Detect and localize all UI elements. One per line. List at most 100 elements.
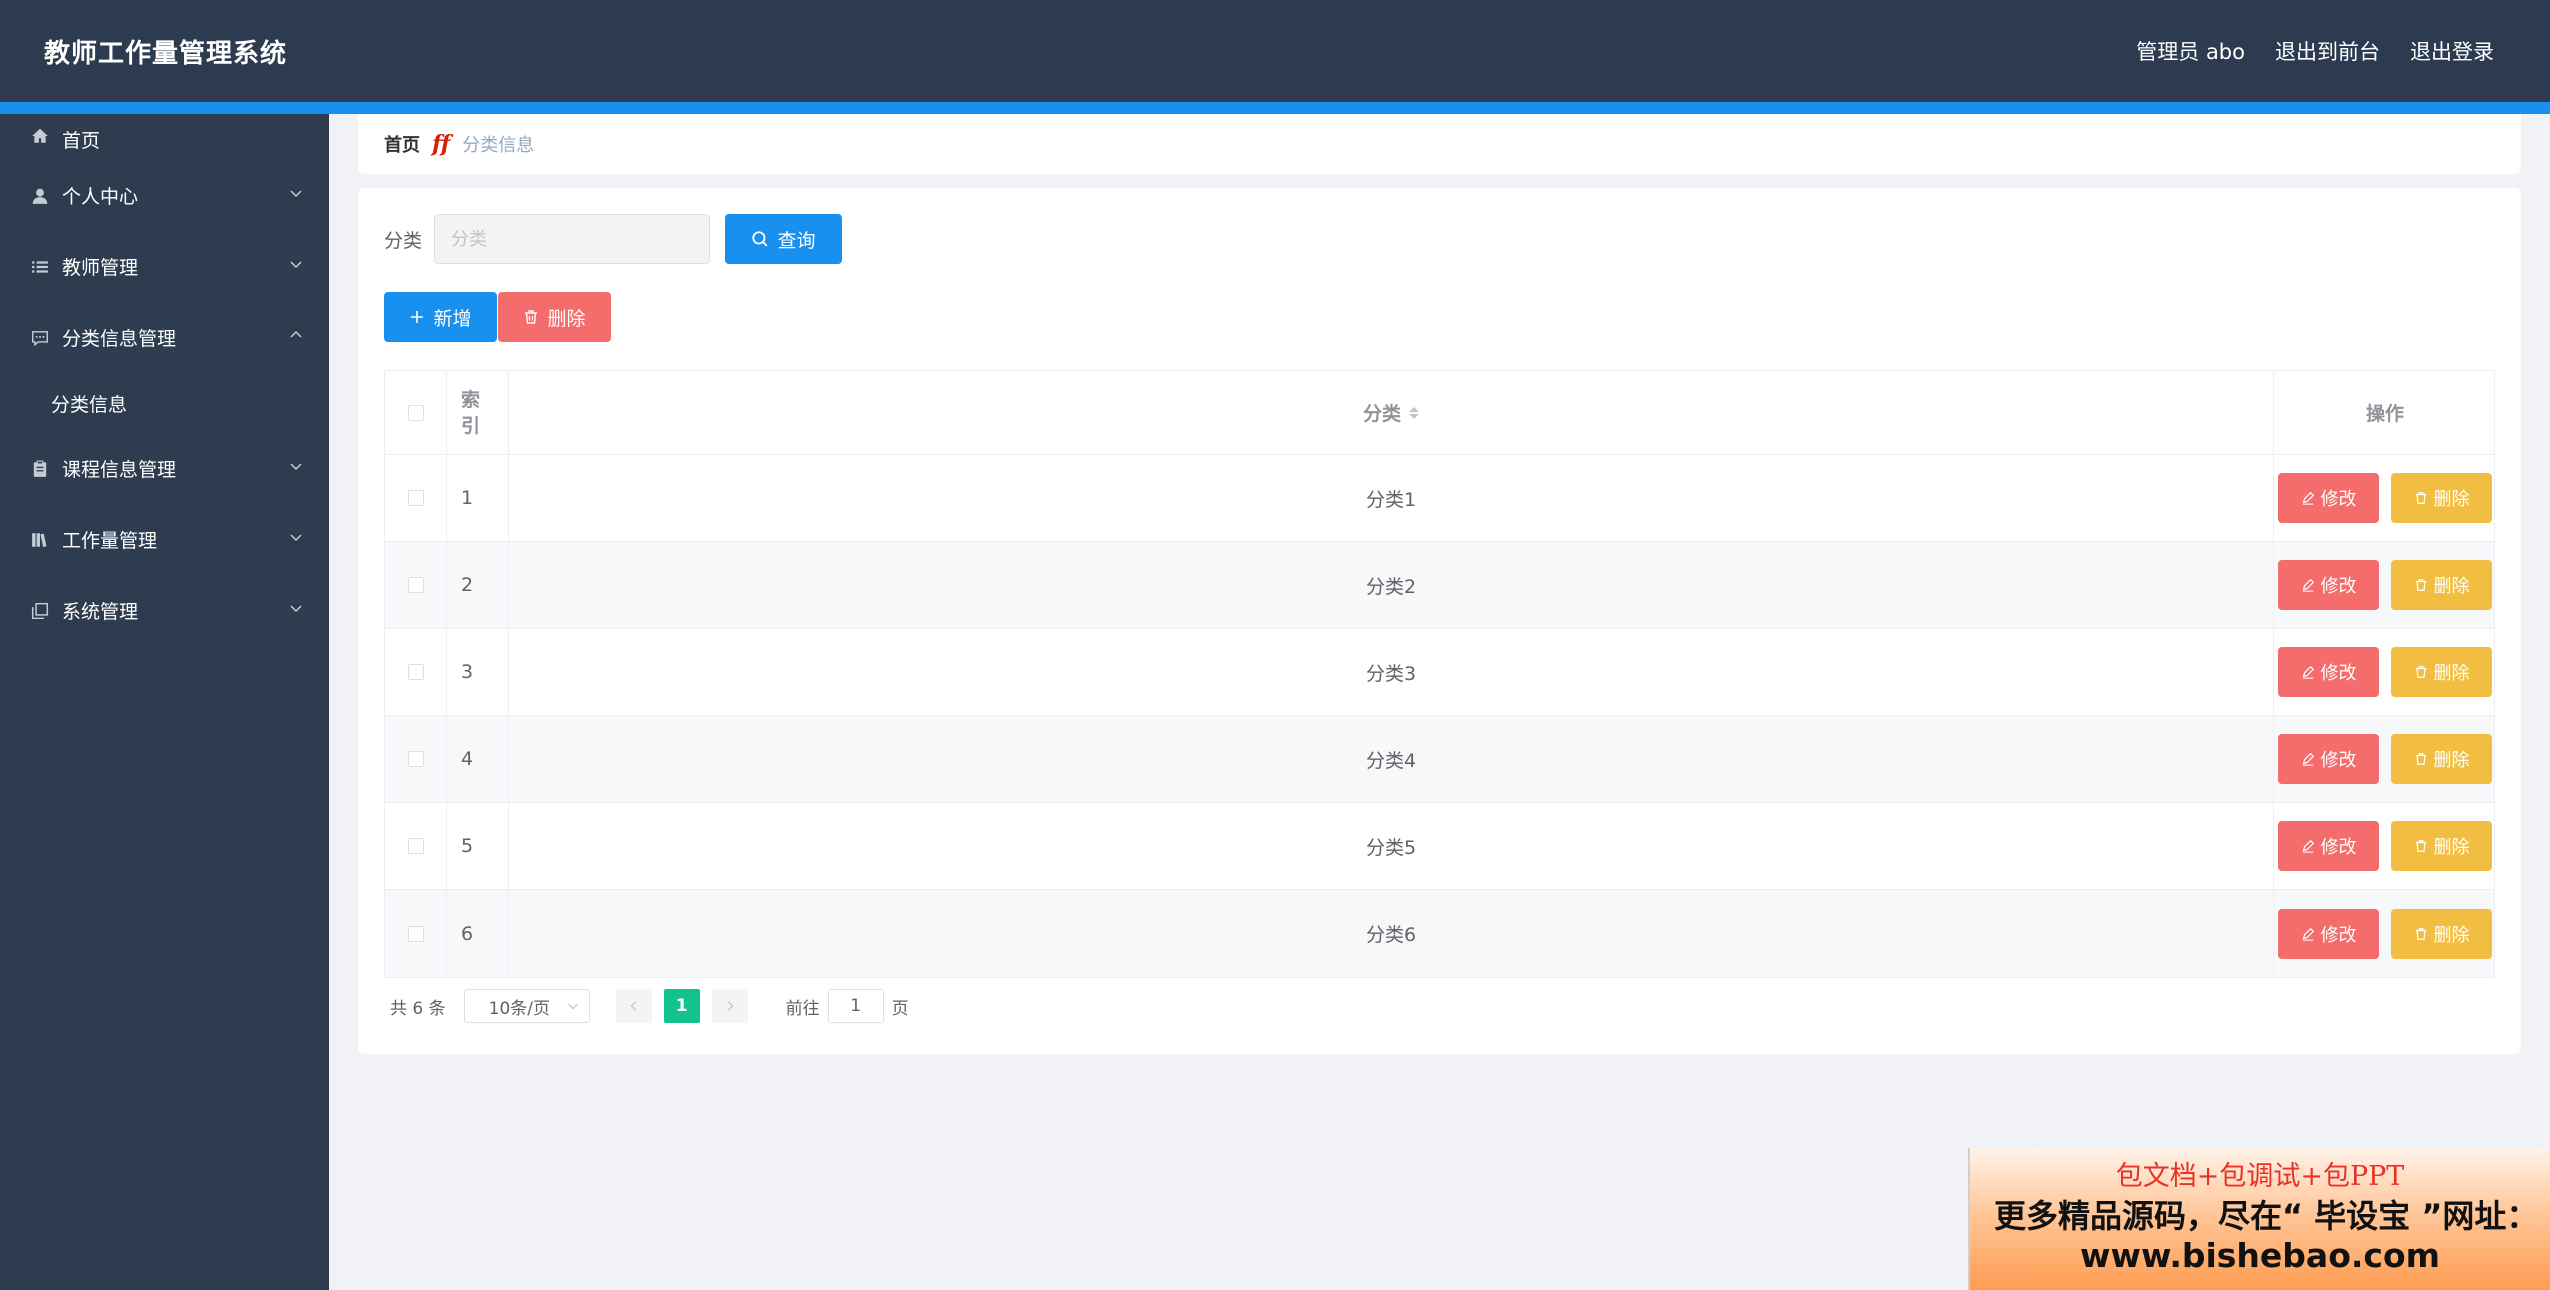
edit-button[interactable]: 修改 (2278, 908, 2379, 959)
trash-icon (525, 310, 538, 324)
trash-icon (2415, 753, 2426, 765)
chevron-down-icon (290, 261, 302, 269)
sidebar-item-teachers[interactable]: 教师管理 (0, 231, 329, 302)
edit-button[interactable]: 修改 (2278, 734, 2379, 784)
row-category: 分类1 (509, 455, 2274, 541)
table-row: 4 分类4 修改 删除 (385, 716, 2494, 803)
delete-button[interactable]: 删除 (2391, 560, 2492, 610)
row-category: 分类3 (509, 629, 2274, 715)
breadcrumb-home[interactable]: 首页 (384, 131, 420, 157)
admin-user-label[interactable]: 管理员 abo (2136, 36, 2245, 66)
app-title: 教师工作量管理系统 (44, 39, 288, 69)
edit-button-label: 修改 (2320, 750, 2357, 771)
column-header-category-cell[interactable]: 分类 (509, 371, 2274, 454)
query-button[interactable]: 查询 (725, 214, 842, 264)
row-index: 3 (447, 629, 509, 715)
sidebar-item-label: 课程信息管理 (62, 459, 177, 481)
prev-page-button[interactable] (615, 989, 652, 1023)
row-checkbox[interactable] (407, 925, 424, 942)
ad-banner[interactable]: 包文档+包调试+包PPT 更多精品源码，尽在“ 毕设宝 ”网址： www.bis… (1968, 1148, 2550, 1290)
batch-delete-button[interactable]: 删除 (498, 292, 611, 342)
sidebar: 首页 个人中心 教师管理 分类信息管理 分类信息 课程信息管理 工作量管理 系统… (0, 114, 329, 1290)
delete-button[interactable]: 删除 (2391, 821, 2492, 871)
next-page-button[interactable] (711, 989, 748, 1023)
logout-link[interactable]: 退出登录 (2410, 36, 2494, 66)
ad-line-2: 更多精品源码，尽在“ 毕设宝 ”网址： (1994, 1197, 2539, 1235)
row-checkbox[interactable] (407, 664, 424, 680)
delete-button-label: 删除 (2433, 489, 2470, 510)
edit-button-label: 修改 (2320, 663, 2357, 684)
row-checkbox[interactable] (407, 838, 424, 854)
row-index: 1 (447, 455, 509, 541)
row-index: 2 (447, 542, 509, 628)
edit-icon (2302, 665, 2314, 679)
delete-button[interactable]: 删除 (2391, 473, 2492, 523)
column-header-index: 索引 (461, 388, 481, 437)
chevron-down-icon (290, 463, 302, 471)
chevron-down-icon (567, 1003, 578, 1010)
exit-to-front-link[interactable]: 退出到前台 (2275, 36, 2380, 66)
trash-icon (2415, 840, 2426, 852)
table-row: 6 分类6 修改 删除 (385, 890, 2494, 977)
column-header-actions: 操作 (2365, 403, 2404, 425)
sidebar-item-category-mgmt[interactable]: 分类信息管理 (0, 302, 329, 373)
edit-button[interactable]: 修改 (2278, 560, 2379, 610)
select-all-checkbox[interactable] (407, 404, 424, 421)
edit-button[interactable]: 修改 (2278, 821, 2379, 871)
trash-icon (2415, 927, 2426, 940)
delete-button[interactable]: 删除 (2391, 647, 2492, 697)
delete-button[interactable]: 删除 (2391, 734, 2492, 784)
chevron-down-icon (290, 534, 302, 542)
add-button[interactable]: 新增 (384, 292, 497, 342)
sidebar-item-profile[interactable]: 个人中心 (0, 160, 329, 231)
sidebar-item-label: 教师管理 (62, 257, 139, 279)
delete-button-label: 删除 (2433, 576, 2470, 597)
breadcrumb: 首页 ff 分类信息 (358, 114, 2521, 174)
row-checkbox[interactable] (407, 577, 424, 593)
search-label: 分类 (384, 230, 423, 252)
page-size-value: 10条/页 (488, 998, 550, 1019)
ad-url: www.bishebao.com (2079, 1236, 2441, 1275)
table-row: 1 分类1 修改 删除 (385, 455, 2494, 542)
delete-button-label: 删除 (2433, 750, 2470, 771)
delete-button-label: 删除 (2433, 663, 2470, 684)
row-checkbox[interactable] (407, 751, 424, 767)
sidebar-subitem-category-info[interactable]: 分类信息 (0, 373, 329, 433)
plus-icon (411, 311, 424, 323)
pagination: 共 6 条 10条/页 1 前往 页 (390, 989, 909, 1023)
sort-icon[interactable] (1409, 406, 1419, 419)
edit-icon (2302, 927, 2314, 941)
page-number-current[interactable]: 1 (663, 989, 700, 1023)
page-size-select[interactable]: 10条/页 (463, 989, 590, 1023)
category-table: 索引 分类 操作 1 分类1 修改 删除 2 分类2 修改 删除 3 分类3 修… (384, 370, 2495, 978)
edit-button[interactable]: 修改 (2278, 647, 2379, 697)
row-category: 分类6 (509, 890, 2274, 977)
trash-icon (2415, 492, 2426, 504)
edit-button[interactable]: 修改 (2278, 473, 2379, 523)
edit-icon (2302, 578, 2314, 592)
sidebar-item-label: 个人中心 (62, 186, 139, 208)
row-checkbox[interactable] (407, 490, 424, 506)
clipboard-icon (30, 459, 50, 479)
row-index: 6 (447, 890, 509, 977)
row-category: 分类5 (509, 803, 2274, 889)
batch-delete-label: 删除 (547, 307, 586, 330)
add-button-label: 新增 (433, 307, 472, 330)
header-accent-bar (0, 102, 2550, 114)
delete-button[interactable]: 删除 (2391, 908, 2492, 959)
sidebar-item-label: 系统管理 (62, 601, 139, 623)
home-icon (30, 126, 50, 146)
pagination-total: 共 6 条 (390, 998, 446, 1019)
sidebar-item-course-mgmt[interactable]: 课程信息管理 (0, 433, 329, 504)
category-search-input[interactable] (434, 214, 710, 264)
goto-page-input[interactable] (827, 989, 884, 1023)
sidebar-item-system-mgmt[interactable]: 系统管理 (0, 575, 329, 646)
trash-icon (2415, 666, 2426, 678)
library-icon (30, 530, 50, 550)
sidebar-item-label: 首页 (62, 130, 101, 152)
sidebar-item-workload-mgmt[interactable]: 工作量管理 (0, 504, 329, 575)
sidebar-item-home[interactable]: 首页 (0, 114, 329, 160)
table-header-row: 索引 分类 操作 (385, 371, 2494, 455)
edit-icon (2302, 839, 2314, 853)
chevron-down-icon (290, 605, 302, 613)
